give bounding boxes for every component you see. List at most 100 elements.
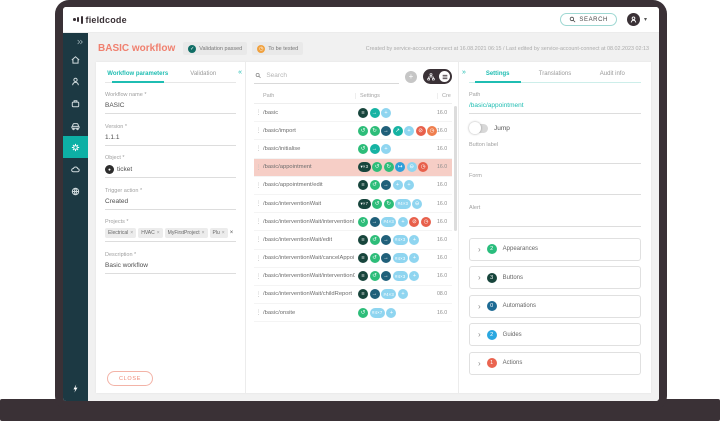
form-input[interactable] <box>469 182 641 196</box>
remove-chip-icon[interactable]: × <box>202 230 205 236</box>
setting-icon[interactable]: → <box>381 271 391 281</box>
project-chip[interactable]: Electrical× <box>105 228 136 238</box>
setting-icon[interactable]: ↺ <box>370 271 380 281</box>
setting-icon[interactable]: ↺ <box>358 126 368 136</box>
setting-icon[interactable]: + <box>404 180 414 190</box>
drag-handle-icon[interactable]: ⋮ <box>254 200 263 207</box>
tree-view-icon[interactable] <box>425 71 436 82</box>
drag-handle-icon[interactable]: ⋮ <box>254 218 263 225</box>
setting-icon[interactable]: #4×3 <box>395 199 410 209</box>
description-input[interactable]: Basic workflow <box>105 260 236 274</box>
add-step-button[interactable]: + <box>405 71 417 83</box>
setting-icon[interactable]: ↗ <box>393 126 403 136</box>
setting-icon[interactable]: ≡ <box>358 289 368 299</box>
remove-chip-icon[interactable]: × <box>157 230 160 236</box>
setting-icon[interactable]: #4×3 <box>381 217 396 227</box>
setting-icon[interactable]: ⊘ <box>409 217 419 227</box>
setting-icon[interactable]: ↺ <box>372 199 382 209</box>
setting-icon[interactable]: ⊖ <box>412 199 422 209</box>
project-chip[interactable]: HVAC× <box>138 228 162 238</box>
accordion-actions[interactable]: ›1Actions <box>469 352 641 375</box>
search-input[interactable] <box>264 71 398 80</box>
setting-icon[interactable]: ↺ <box>370 253 380 263</box>
sidebar-item-workflows[interactable] <box>63 136 88 158</box>
setting-icon[interactable]: ↺ <box>370 180 380 190</box>
setting-icon[interactable]: ◷ <box>418 162 428 172</box>
tab-validation[interactable]: Validation <box>171 71 237 77</box>
view-mode-toggle[interactable] <box>423 69 452 84</box>
drag-handle-icon[interactable]: ⋮ <box>254 309 263 316</box>
setting-icon[interactable]: + <box>398 289 408 299</box>
setting-icon[interactable]: → <box>381 253 391 263</box>
setting-icon[interactable]: + <box>386 308 396 318</box>
setting-icon[interactable]: ≡ <box>358 180 368 190</box>
setting-icon[interactable]: ⊘ <box>416 126 426 136</box>
setting-icon[interactable]: ≡ <box>358 253 368 263</box>
trigger-action-select[interactable]: Created <box>105 196 236 210</box>
sidebar-item-collapse[interactable] <box>63 35 88 48</box>
tab-audit-info[interactable]: Audit info <box>584 71 641 77</box>
drag-handle-icon[interactable]: ⋮ <box>254 127 263 134</box>
setting-icon[interactable]: ↺ <box>372 162 382 172</box>
sidebar-item-fleet[interactable] <box>63 114 88 136</box>
setting-icon[interactable]: #4×3 <box>381 289 396 299</box>
drag-handle-icon[interactable]: ⋮ <box>254 164 263 171</box>
drag-handle-icon[interactable]: ⋮ <box>254 236 263 243</box>
setting-icon[interactable]: + <box>381 108 391 118</box>
setting-icon[interactable]: ↺ <box>358 308 368 318</box>
setting-icon[interactable]: + <box>409 235 419 245</box>
table-row[interactable]: ⋮/basic/interventionWait/edit≡↺→#4×3+16.… <box>254 231 452 249</box>
drag-handle-icon[interactable]: ⋮ <box>254 291 263 298</box>
accordion-guides[interactable]: ›2Guides <box>469 323 641 346</box>
setting-icon[interactable]: ◷ <box>427 126 437 136</box>
table-row[interactable]: ⋮/basic/appointment▾×3↺↻↦⊖◷16.0 <box>254 159 452 177</box>
remove-chip-icon[interactable]: × <box>222 230 225 236</box>
table-row[interactable]: ⋮/basic/import↺↻→↗+⊘◷16.0 <box>254 122 452 140</box>
close-button[interactable]: CLOSE <box>107 371 153 386</box>
setting-icon[interactable]: ↺ <box>358 217 368 227</box>
setting-icon[interactable]: + <box>409 271 419 281</box>
clear-projects-icon[interactable]: × <box>230 230 234 236</box>
setting-icon[interactable]: ↦ <box>395 162 405 172</box>
remove-chip-icon[interactable]: × <box>130 230 133 236</box>
table-row[interactable]: ⋮/basic/interventionWait/childReport≡→#4… <box>254 286 452 304</box>
setting-icon[interactable]: + <box>409 253 419 263</box>
setting-icon[interactable]: ↺ <box>370 235 380 245</box>
collapse-right-panel-icon[interactable]: » <box>462 69 466 76</box>
setting-icon[interactable]: #4×3 <box>393 235 408 245</box>
table-row[interactable]: ⋮/basic/appointment/edit≡↺→++16.0 <box>254 177 452 195</box>
drag-handle-icon[interactable]: ⋮ <box>254 255 263 262</box>
alert-input[interactable] <box>469 213 641 227</box>
setting-icon[interactable]: → <box>381 235 391 245</box>
setting-icon[interactable]: #4×3 <box>393 271 408 281</box>
workflow-name-input[interactable]: BASIC <box>105 101 236 115</box>
setting-icon[interactable]: + <box>393 180 403 190</box>
table-row[interactable]: ⋮/basic/interventionWait/interventionI↺→… <box>254 213 452 231</box>
table-row[interactable]: ⋮/basic≡→+16.0 <box>254 104 452 122</box>
sidebar-item-people[interactable] <box>63 70 88 92</box>
setting-icon[interactable]: + <box>398 217 408 227</box>
setting-icon[interactable]: ↻ <box>384 199 394 209</box>
object-select[interactable]: ● ticket <box>105 164 236 179</box>
setting-icon[interactable]: → <box>370 289 380 299</box>
setting-icon[interactable]: → <box>370 144 380 154</box>
search-button[interactable]: SEARCH <box>560 13 617 26</box>
sidebar-item-home[interactable] <box>63 48 88 70</box>
sidebar-item-cloud[interactable] <box>63 158 88 180</box>
jump-toggle[interactable] <box>469 124 488 133</box>
scrollbar[interactable] <box>454 106 457 231</box>
accordion-appearances[interactable]: ›2Appearances <box>469 238 641 261</box>
tab-translations[interactable]: Translations <box>526 71 583 77</box>
accordion-automations[interactable]: ›0Automations <box>469 295 641 318</box>
drag-handle-icon[interactable]: ⋮ <box>254 182 263 189</box>
setting-icon[interactable]: ↺ <box>358 144 368 154</box>
drag-handle-icon[interactable]: ⋮ <box>254 145 263 152</box>
collapse-left-panel-icon[interactable]: « <box>238 69 242 76</box>
setting-icon[interactable]: → <box>381 126 391 136</box>
table-row[interactable]: ⋮/basic/interventionWait/interventionC≡↺… <box>254 268 452 286</box>
setting-icon[interactable]: ≡ <box>358 235 368 245</box>
table-row[interactable]: ⋮/basic/interventionWait/cancelAppoi≡↺→#… <box>254 250 452 268</box>
chevron-down-icon[interactable]: ▾ <box>644 16 647 23</box>
setting-icon[interactable]: ◷ <box>421 217 431 227</box>
setting-icon[interactable]: → <box>370 217 380 227</box>
